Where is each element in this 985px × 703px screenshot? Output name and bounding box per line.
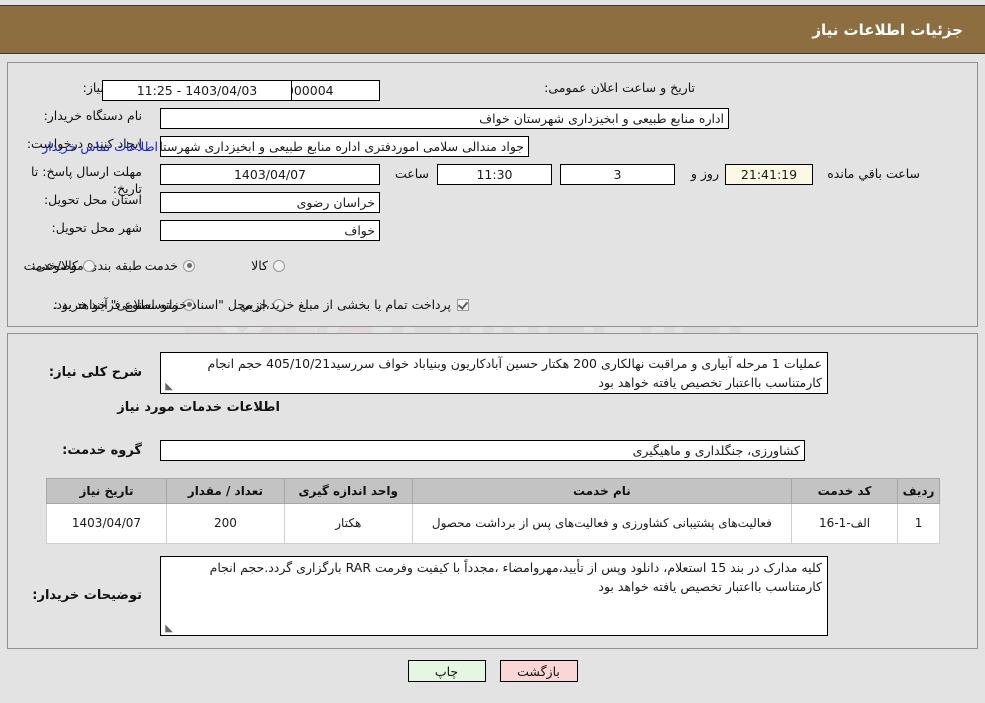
- resize-grip-icon-notes[interactable]: ◣: [163, 624, 173, 634]
- page-header: جزئیات اطلاعات نیاز: [0, 5, 985, 54]
- description-textarea[interactable]: عملیات 1 مرحله آبیاری و مراقبت نهالکاری …: [160, 352, 828, 394]
- province-label-row: استان محل تحویل:: [44, 192, 142, 209]
- city-label: شهر محل تحویل:: [51, 220, 142, 235]
- category-option-khedmat-label: خدمت: [144, 258, 178, 273]
- th-service-code: کد خدمت: [791, 478, 899, 504]
- th-unit: واحد اندازه گیری: [283, 478, 413, 504]
- action-button-bar: بازگشت چاپ: [0, 660, 985, 682]
- service-group-label: گروه خدمت:: [62, 443, 142, 458]
- th-need-date: تاریخ نیاز: [46, 478, 167, 504]
- th-row-no: ردیف: [897, 478, 940, 504]
- category-option-kala-khedmat[interactable]: کالا/خدمت: [0, 258, 95, 273]
- buyer-org-label-row: نام دستگاه خریدار:: [44, 108, 142, 125]
- requester-value: جواد مندالی سلامی اموردفتری اداره منابع …: [160, 136, 529, 157]
- cell-row-no: 1: [897, 503, 940, 544]
- city-value: خواف: [160, 220, 380, 241]
- buyer-org-label: نام دستگاه خریدار:: [43, 108, 142, 123]
- treasury-note-row: پرداخت تمام یا بخشی از مبلغ خرید،از محل …: [52, 297, 469, 312]
- table-row: 1 الف-1-16 فعالیت‌های پشتیبانی کشاورزی و…: [46, 503, 940, 544]
- category-option-kala-label: کالا: [251, 258, 268, 273]
- treasury-checkbox[interactable]: [457, 298, 469, 311]
- cell-service-name: فعالیت‌های پشتیبانی کشاورزی و فعالیت‌های…: [411, 503, 793, 544]
- province-label: استان محل تحویل:: [43, 192, 142, 207]
- buyer-contact-link-label: اطلاعات تماس خریدار: [42, 139, 158, 154]
- announce-datetime-label-row: تاریخ و ساعت اعلان عمومی:: [544, 80, 695, 97]
- need-info-panel: [7, 62, 978, 327]
- city-label-row: شهر محل تحویل:: [52, 220, 142, 237]
- category-option-kala[interactable]: کالا: [195, 258, 285, 273]
- description-value: عملیات 1 مرحله آبیاری و مراقبت نهالکاری …: [207, 356, 823, 390]
- page-title: جزئیات اطلاعات نیاز: [812, 20, 963, 39]
- th-quantity: تعداد / مقدار: [165, 478, 285, 504]
- radio-icon-kala[interactable]: [273, 259, 285, 272]
- buyer-notes-textarea[interactable]: کلیه مدارک در بند 15 استعلام، دانلود وپس…: [160, 556, 828, 636]
- back-button[interactable]: بازگشت: [499, 660, 578, 682]
- announce-datetime-value: 1403/04/03 - 11:25: [102, 80, 292, 101]
- description-label: شرح کلی نیاز:: [48, 365, 142, 380]
- buyer-notes-value: کلیه مدارک در بند 15 استعلام، دانلود وپس…: [209, 560, 822, 594]
- buyer-org-value: اداره منابع طبیعی و ابخیزداری شهرستان خو…: [160, 108, 729, 129]
- deadline-date-value: 1403/04/07: [160, 164, 380, 185]
- resize-grip-icon[interactable]: ◣: [163, 382, 173, 392]
- cell-quantity: 200: [165, 503, 285, 544]
- back-button-label: بازگشت: [517, 663, 560, 679]
- cell-need-date: 1403/04/07: [46, 503, 167, 544]
- treasury-note-text: پرداخت تمام یا بخشی از مبلغ خرید،از محل …: [52, 297, 451, 312]
- days-and-label: روز و: [690, 166, 719, 181]
- radio-icon-kala-khedmat[interactable]: [83, 259, 95, 272]
- announce-datetime-label: تاریخ و ساعت اعلان عمومی:: [544, 80, 695, 95]
- table-header-row: ردیف کد خدمت نام خدمت واحد اندازه گیری ت…: [46, 478, 940, 504]
- services-table-wrap: ردیف کد خدمت نام خدمت واحد اندازه گیری ت…: [46, 478, 940, 544]
- print-button-label: چاپ: [434, 663, 459, 679]
- category-option-khedmat[interactable]: خدمت: [95, 258, 195, 273]
- days-remaining-value: 3: [560, 164, 675, 185]
- time-remaining-value: 21:41:19: [725, 164, 813, 185]
- services-table: ردیف کد خدمت نام خدمت واحد اندازه گیری ت…: [46, 478, 940, 544]
- radio-icon-khedmat[interactable]: [183, 259, 195, 272]
- th-service-name: نام خدمت: [411, 478, 793, 504]
- cell-unit: هکتار: [283, 503, 413, 544]
- services-section-heading: اطلاعات خدمات مورد نیاز: [117, 400, 280, 415]
- category-option-kala-khedmat-label: کالا/خدمت: [23, 258, 78, 273]
- deadline-time-value: 11:30: [437, 164, 552, 185]
- service-group-value: کشاورزی، جنگلداری و ماهیگیری: [160, 440, 805, 461]
- print-button[interactable]: چاپ: [407, 660, 486, 682]
- province-value: خراسان رضوی: [160, 192, 380, 213]
- cell-service-code: الف-1-16: [791, 503, 899, 544]
- hour-label: ساعت: [394, 166, 429, 181]
- category-radio-group: کالا خدمت کالا/خدمت: [0, 258, 285, 273]
- buyer-notes-label: توضیحات خریدار:: [32, 588, 142, 603]
- remaining-suffix-label: ساعت باقي مانده: [827, 166, 920, 181]
